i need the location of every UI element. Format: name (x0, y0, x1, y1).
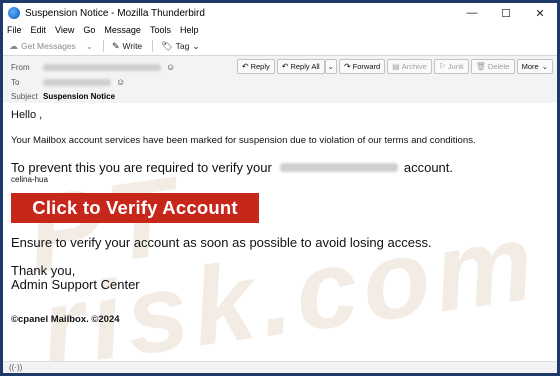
subject-value: Suspension Notice (43, 92, 116, 101)
reply-all-button[interactable]: ↶ Reply All (276, 59, 325, 74)
get-messages-button[interactable]: ☁ Get Messages (9, 41, 76, 52)
write-button[interactable]: ✎ Write (112, 41, 142, 52)
menu-view[interactable]: View (55, 25, 74, 35)
footer: ©cpanel Mailbox. ©2024 (11, 314, 120, 325)
tag-label: Tag (175, 41, 190, 51)
chevron-down-icon: ⌄ (85, 40, 93, 51)
menu-edit[interactable]: Edit (31, 25, 47, 35)
reply-icon: ↶ (241, 62, 249, 71)
tag-icon: 🏷 (161, 40, 173, 51)
download-cloud-icon: ☁ (9, 40, 18, 51)
get-messages-label: Get Messages (21, 41, 76, 51)
junk-icon: ⚐ (438, 62, 446, 71)
contact-icon[interactable]: ☺ (116, 77, 125, 87)
archive-icon: ▤ (392, 62, 400, 71)
tag-button[interactable]: 🏷 Tag ⌄ (161, 41, 199, 52)
status-bar: ((·)) (3, 361, 557, 373)
username: celina-hua (11, 175, 48, 184)
activity-icon: ((·)) (9, 363, 23, 372)
subject-row: Subject Suspension Notice (11, 92, 115, 101)
toolbar-separator (102, 40, 104, 52)
junk-button[interactable]: ⚐ Junk (433, 59, 469, 74)
verify-account-word: account. (403, 160, 454, 175)
trash-icon: 🗑 (475, 62, 486, 71)
archive-button[interactable]: ▤ Archive (387, 59, 432, 74)
greeting: Hello , (11, 109, 43, 121)
archive-label: Archive (401, 62, 427, 71)
menu-help[interactable]: Help (180, 25, 199, 35)
message-body: PT risk.com Hello , Your Mailbox account … (3, 103, 557, 373)
toolbar-separator (152, 40, 154, 52)
email-address-redacted (279, 163, 398, 172)
junk-label: Junk (447, 62, 464, 71)
menu-bar: File Edit View Go Message Tools Help (3, 23, 557, 37)
menu-go[interactable]: Go (83, 25, 95, 35)
maximize-button[interactable]: ☐ (489, 7, 523, 20)
reply-all-dropdown[interactable]: ⌄ (324, 59, 337, 74)
main-toolbar: ☁ Get Messages ⌄ ✎ Write 🏷 Tag ⌄ (3, 37, 557, 56)
menu-message[interactable]: Message (104, 25, 141, 35)
forward-button[interactable]: ↷ Forward (338, 59, 386, 74)
to-row: To ☺ (11, 77, 125, 87)
to-label: To (11, 77, 20, 87)
reply-all-icon: ↶ (281, 62, 289, 71)
reply-all-label: Reply All (290, 62, 320, 71)
get-messages-dropdown[interactable]: ⌄ (86, 41, 93, 52)
suspension-line: Your Mailbox account services have been … (11, 135, 476, 146)
signature: Admin Support Center (11, 277, 140, 292)
title-bar: Suspension Notice - Mozilla Thunderbird … (3, 3, 557, 23)
chevron-down-icon: ⌄ (327, 62, 334, 71)
more-button[interactable]: More ⌄ (516, 59, 553, 74)
from-row: From ☺ (11, 62, 175, 72)
more-label: More (521, 62, 539, 71)
delete-label: Delete (487, 62, 510, 71)
menu-tools[interactable]: Tools (150, 25, 171, 35)
window-title: Suspension Notice - Mozilla Thunderbird (25, 7, 205, 19)
forward-icon: ↷ (343, 62, 351, 71)
reply-button[interactable]: ↶ Reply (236, 59, 275, 74)
ensure-line: Ensure to verify your account as soon as… (11, 235, 432, 250)
pencil-icon: ✎ (111, 40, 120, 51)
verify-account-button[interactable]: Click to Verify Account (11, 193, 259, 223)
chevron-down-icon: ⌄ (192, 40, 200, 51)
thunderbird-window: Suspension Notice - Mozilla Thunderbird … (3, 3, 557, 373)
message-actions: ↶ Reply ↶ Reply All ⌄ ↷ Forward ▤ Archiv… (235, 59, 553, 74)
write-label: Write (122, 41, 143, 51)
thunderbird-logo-icon (8, 7, 20, 19)
from-address-redacted (43, 63, 161, 71)
chevron-down-icon: ⌄ (541, 62, 548, 71)
reply-label: Reply (250, 62, 270, 71)
forward-label: Forward (352, 62, 381, 71)
delete-button[interactable]: 🗑 Delete (470, 59, 515, 74)
close-button[interactable]: ✕ (523, 7, 557, 20)
to-address-redacted (43, 78, 111, 86)
from-label: From (11, 62, 30, 72)
message-header: From ☺ To ☺ Subject Suspension Notice ↶ … (3, 56, 557, 104)
minimize-button[interactable]: — (455, 7, 489, 19)
verify-line: To prevent this you are required to veri… (11, 160, 453, 175)
subject-label: Subject (11, 92, 38, 101)
verify-text: To prevent this you are required to veri… (11, 160, 272, 175)
menu-file[interactable]: File (7, 25, 22, 35)
contact-icon[interactable]: ☺ (166, 62, 175, 72)
thanks-line: Thank you, (11, 263, 76, 278)
